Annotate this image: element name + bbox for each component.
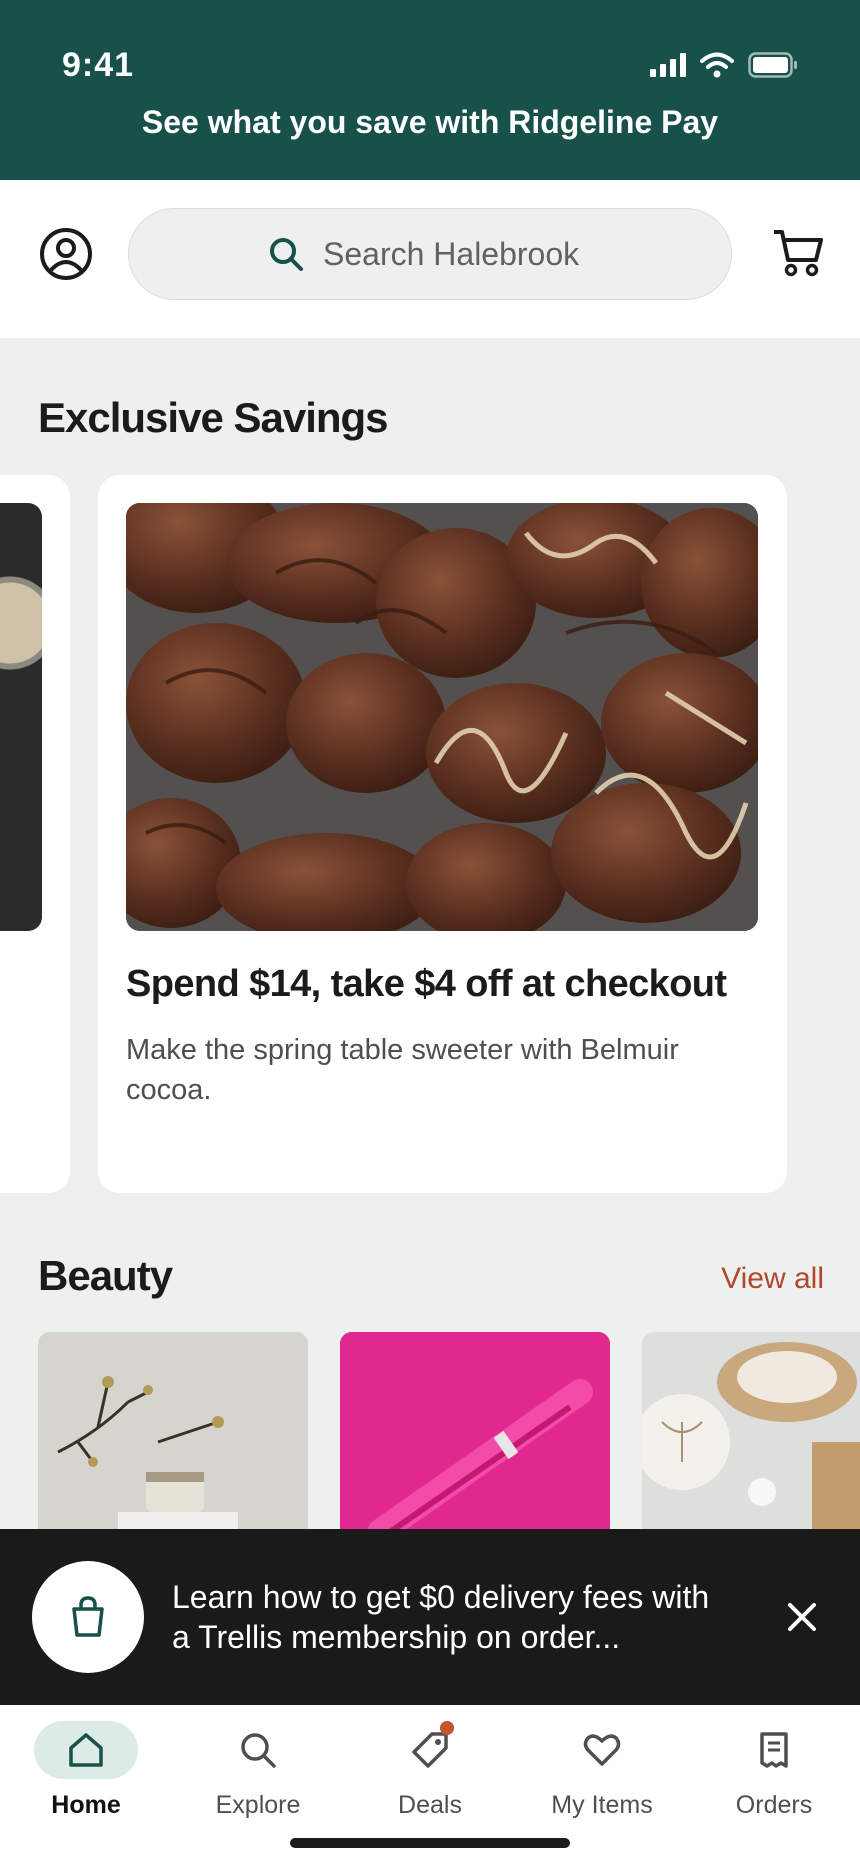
beauty-product-tile[interactable] [642,1332,860,1532]
signal-icon [650,53,686,77]
nav-item-explore[interactable]: Explore [188,1721,328,1820]
search-bar[interactable] [128,208,732,300]
status-icons [650,52,798,78]
beauty-product-image [340,1332,610,1532]
view-all-link[interactable]: View all [721,1262,824,1296]
nav-label: Deals [398,1791,462,1819]
heart-icon [583,1734,621,1766]
beauty-product-tile[interactable] [340,1332,610,1532]
savings-card-previous[interactable] [0,475,70,1193]
app-header [0,180,860,338]
battery-icon [748,52,797,78]
chocolate-image [126,503,758,931]
nav-label: My Items [551,1791,653,1819]
membership-banner[interactable]: Learn how to get $0 delivery fees with a… [0,1529,860,1705]
beauty-product-image [642,1332,860,1532]
home-icon [69,1733,103,1767]
beauty-product-image [38,1332,308,1532]
section-title-beauty: Beauty [38,1252,173,1299]
nav-label: Explore [215,1791,301,1819]
search-icon [270,238,303,271]
shopping-bag-icon [72,1596,104,1637]
nav-item-home[interactable]: Home [16,1721,156,1820]
notification-dot [440,1721,454,1735]
product-image [0,503,42,931]
savings-card[interactable]: Spend $14, take $4 off at checkout Make … [98,475,787,1193]
nav-label: Orders [735,1791,813,1819]
nav-item-deals[interactable]: Deals [360,1721,500,1820]
nav-item-orders[interactable]: Orders [704,1721,844,1820]
close-icon[interactable] [782,1597,822,1637]
nav-label: Home [51,1791,121,1819]
section-title-exclusive-savings: Exclusive Savings [38,394,389,441]
search-input[interactable] [323,235,593,273]
membership-banner-text: Learn how to get $0 delivery fees with a… [172,1579,710,1655]
bottom-nav: Home Explore Deals My Items Orders [0,1705,860,1864]
search-icon [241,1733,276,1768]
promo-text[interactable]: See what you save with Ridgeline Pay [0,104,860,141]
bag-icon-badge [32,1561,144,1673]
status-time: 9:41 [62,46,135,84]
nav-item-my-items[interactable]: My Items [532,1721,672,1820]
account-icon[interactable] [38,226,94,282]
top-banner: 9:41 See what you save with Ridgeline Pa… [0,0,860,180]
home-indicator[interactable] [290,1838,570,1848]
tag-icon [412,1732,448,1768]
receipt-icon [760,1732,788,1768]
wifi-icon [700,52,734,78]
card-description: Make the spring table sweeter with Belmu… [126,1034,679,1106]
card-title: Spend $14, take $4 off at checkout [126,963,727,1005]
cart-icon[interactable] [770,224,826,280]
beauty-product-tile[interactable] [38,1332,308,1532]
